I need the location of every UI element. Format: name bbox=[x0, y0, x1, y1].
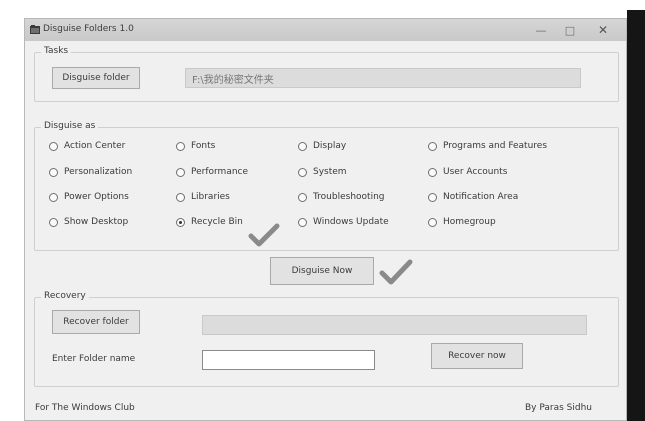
radio-option-display[interactable]: Display bbox=[298, 139, 346, 153]
radio-label: Display bbox=[313, 141, 347, 151]
radio-checked-icon[interactable] bbox=[176, 217, 185, 227]
maximize-button[interactable]: □ bbox=[557, 21, 583, 39]
radio-option-troubleshooting[interactable]: Troubleshooting bbox=[298, 190, 385, 204]
radio-label: Recycle Bin bbox=[191, 217, 243, 227]
radio-option-action-center[interactable]: Action Center bbox=[49, 139, 125, 153]
folder-name-input[interactable] bbox=[202, 350, 375, 370]
radio-unchecked-icon[interactable] bbox=[176, 192, 185, 202]
radio-label: Notification Area bbox=[443, 192, 519, 202]
disguise-now-button[interactable]: Disguise Now bbox=[270, 257, 374, 285]
radio-unchecked-icon[interactable] bbox=[428, 167, 437, 177]
radio-option-system[interactable]: System bbox=[298, 165, 347, 179]
recover-now-button[interactable]: Recover now bbox=[431, 343, 523, 369]
checkmark-icon bbox=[248, 223, 280, 247]
radio-unchecked-icon[interactable] bbox=[49, 141, 58, 151]
tasks-legend: Tasks bbox=[41, 46, 72, 56]
radio-label: Programs and Features bbox=[443, 141, 548, 151]
radio-option-performance[interactable]: Performance bbox=[176, 165, 248, 179]
window-title: Disguise Folders 1.0 bbox=[43, 24, 134, 34]
radio-unchecked-icon[interactable] bbox=[49, 167, 58, 177]
radio-option-programs-and-features[interactable]: Programs and Features bbox=[428, 139, 547, 153]
disguise-as-group: Disguise as Action Center Fonts Display Pro… bbox=[34, 121, 619, 251]
title-bar[interactable]: Disguise Folders 1.0 — □ ✕ bbox=[25, 19, 626, 41]
radio-option-recycle-bin[interactable]: Recycle Bin bbox=[176, 215, 243, 229]
radio-option-show-desktop[interactable]: Show Desktop bbox=[49, 215, 128, 229]
footer-credit-left: For The Windows Club bbox=[35, 403, 135, 413]
recover-folder-button[interactable]: Recover folder bbox=[52, 310, 140, 334]
radio-label: Personalization bbox=[64, 167, 133, 177]
folder-path-field[interactable]: F:\我的秘密文件夹 bbox=[185, 68, 581, 88]
recover-path-field[interactable] bbox=[202, 315, 587, 335]
recovery-group: Recovery Recover folder Enter Folder nam… bbox=[34, 291, 619, 387]
app-window: Disguise Folders 1.0 — □ ✕ Tasks Disguis… bbox=[24, 18, 627, 421]
radio-label: Fonts bbox=[191, 141, 216, 151]
radio-label: Performance bbox=[191, 167, 249, 177]
recovery-legend: Recovery bbox=[41, 291, 89, 301]
radio-unchecked-icon[interactable] bbox=[298, 217, 307, 227]
minimize-button[interactable]: — bbox=[528, 21, 554, 39]
disguise-folder-button[interactable]: Disguise folder bbox=[52, 67, 140, 89]
radio-label: Power Options bbox=[64, 192, 129, 202]
app-icon bbox=[30, 25, 40, 34]
radio-option-power-options[interactable]: Power Options bbox=[49, 190, 129, 204]
radio-label: Troubleshooting bbox=[313, 192, 385, 202]
radio-unchecked-icon[interactable] bbox=[176, 141, 185, 151]
radio-option-homegroup[interactable]: Homegroup bbox=[428, 215, 496, 229]
radio-unchecked-icon[interactable] bbox=[49, 192, 58, 202]
radio-option-windows-update[interactable]: Windows Update bbox=[298, 215, 389, 229]
checkmark-icon bbox=[379, 259, 413, 285]
radio-unchecked-icon[interactable] bbox=[49, 217, 58, 227]
close-button[interactable]: ✕ bbox=[590, 21, 616, 39]
radio-unchecked-icon[interactable] bbox=[428, 217, 437, 227]
radio-unchecked-icon[interactable] bbox=[298, 167, 307, 177]
folder-name-label: Enter Folder name bbox=[52, 354, 136, 364]
radio-label: User Accounts bbox=[443, 167, 508, 177]
tasks-group: Tasks Disguise folder F:\我的秘密文件夹 bbox=[34, 46, 619, 102]
disguise-as-legend: Disguise as bbox=[41, 121, 99, 131]
radio-option-libraries[interactable]: Libraries bbox=[176, 190, 230, 204]
radio-option-fonts[interactable]: Fonts bbox=[176, 139, 215, 153]
radio-label: Windows Update bbox=[313, 217, 389, 227]
radio-label: Libraries bbox=[191, 192, 230, 202]
radio-option-user-accounts[interactable]: User Accounts bbox=[428, 165, 507, 179]
radio-unchecked-icon[interactable] bbox=[428, 192, 437, 202]
radio-option-personalization[interactable]: Personalization bbox=[49, 165, 132, 179]
background-edge bbox=[627, 10, 645, 421]
radio-unchecked-icon[interactable] bbox=[298, 141, 307, 151]
radio-label: Homegroup bbox=[443, 217, 496, 227]
radio-unchecked-icon[interactable] bbox=[428, 141, 437, 151]
radio-label: Action Center bbox=[64, 141, 126, 151]
radio-label: Show Desktop bbox=[64, 217, 129, 227]
radio-option-notification-area[interactable]: Notification Area bbox=[428, 190, 518, 204]
radio-unchecked-icon[interactable] bbox=[176, 167, 185, 177]
footer-credit-right: By Paras Sidhu bbox=[525, 403, 592, 413]
radio-unchecked-icon[interactable] bbox=[298, 192, 307, 202]
radio-label: System bbox=[313, 167, 347, 177]
